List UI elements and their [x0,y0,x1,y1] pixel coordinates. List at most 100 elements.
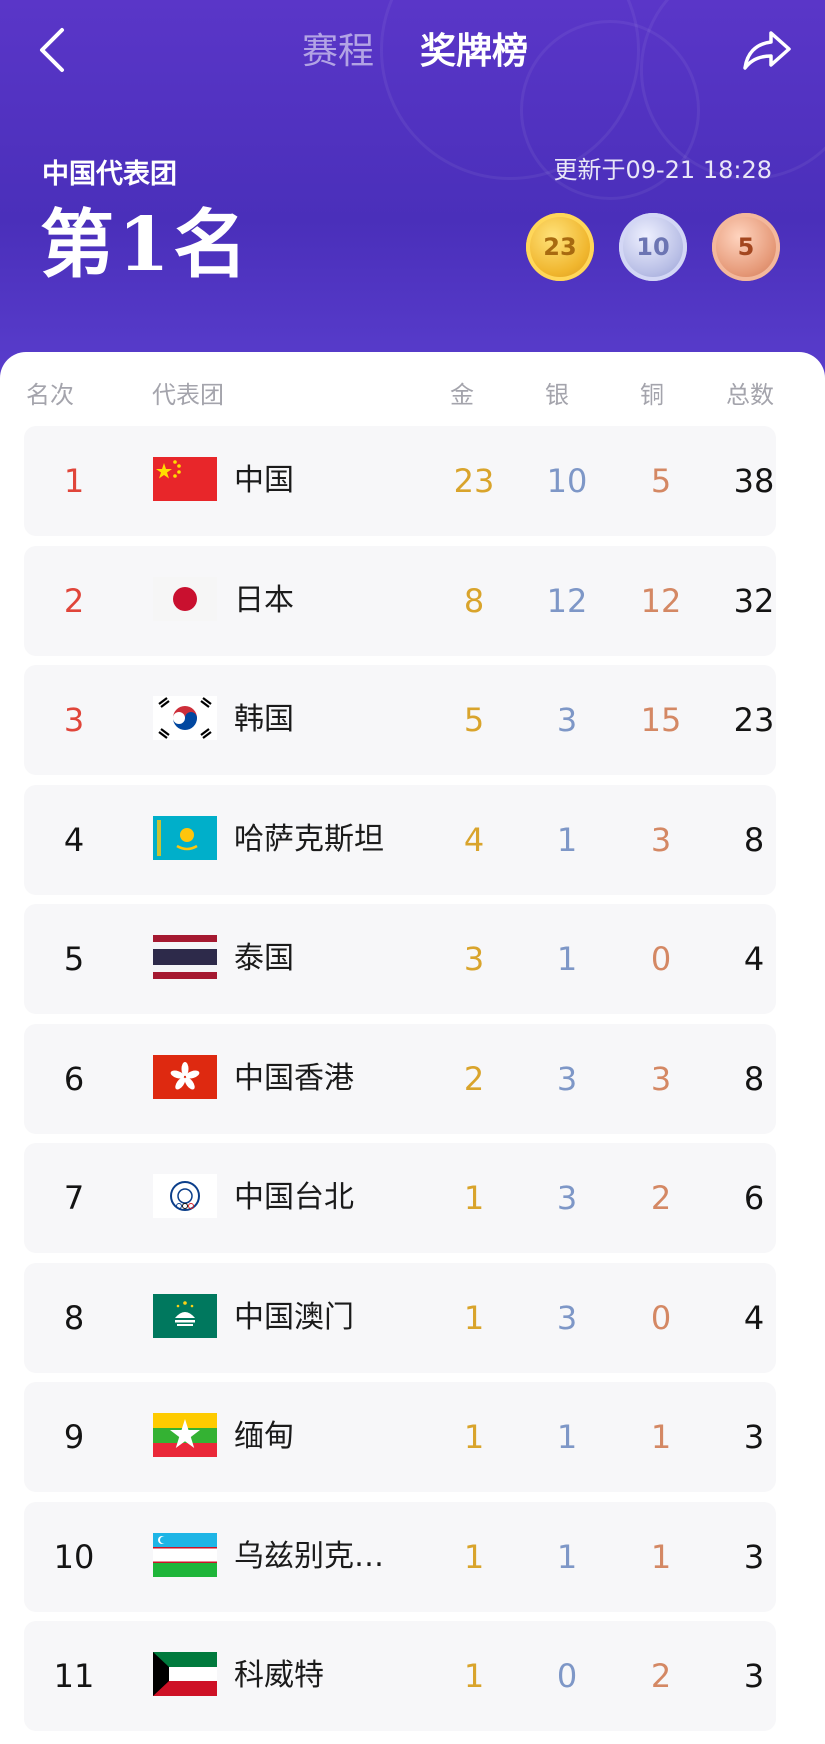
row-bronze-count: 0 [650,1299,672,1337]
row-silver-count: 1 [556,1538,578,1576]
row-silver-count: 1 [556,1418,578,1456]
japan-flag-icon [153,577,217,621]
uzbekistan-flag-icon [153,1533,217,1577]
row-bronze-count: 3 [650,821,672,859]
row-rank: 10 [53,1538,95,1576]
row-team-name: 缅甸 [234,1419,294,1454]
row-gold-count: 4 [463,821,485,859]
row-team-name: 中国香港 [234,1061,354,1096]
row-rank: 11 [53,1657,95,1695]
row-bronze-count: 1 [650,1418,672,1456]
row-rank: 6 [63,1060,85,1098]
china-flag-icon [153,457,217,501]
row-team-name: 科威特 [234,1658,324,1693]
row-gold-count: 3 [463,940,485,978]
row-team-name: 乌兹别克… [234,1539,384,1574]
update-timestamp: 更新于09-21 18:28 [553,156,772,184]
row-gold-count: 1 [463,1179,485,1217]
row-silver-count: 10 [546,462,588,500]
column-header-silver: 银 [545,381,569,409]
row-total-count: 8 [743,821,765,859]
row-silver-count: 1 [556,821,578,859]
row-total-count: 38 [733,462,775,500]
row-bronze-count: 2 [650,1657,672,1695]
row-total-count: 3 [743,1418,765,1456]
row-total-count: 3 [743,1538,765,1576]
row-team-name: 中国澳门 [234,1300,354,1335]
row-total-count: 6 [743,1179,765,1217]
row-bronze-count: 1 [650,1538,672,1576]
column-header-gold: 金 [450,381,474,409]
row-rank: 1 [63,462,85,500]
table-row[interactable]: 11 科威特 1 0 2 3 [24,1621,776,1731]
row-total-count: 4 [743,940,765,978]
table-row[interactable]: 9 缅甸 1 1 1 3 [24,1382,776,1492]
silver-medal-count: 10 [619,213,687,281]
delegation-rank: 第1名 [40,202,252,288]
row-gold-count: 23 [453,462,495,500]
table-row[interactable]: 1 中国 23 10 5 38 [24,426,776,536]
row-gold-count: 2 [463,1060,485,1098]
korea-flag-icon [153,696,217,740]
column-header-bronze: 铜 [640,381,664,409]
thailand-flag-icon [153,935,217,979]
row-rank: 8 [63,1299,85,1337]
chinese-taipei-flag-icon [153,1174,217,1218]
row-rank: 5 [63,940,85,978]
share-icon [743,31,791,70]
row-team-name: 韩国 [234,702,294,737]
row-bronze-count: 0 [650,940,672,978]
row-bronze-count: 2 [650,1179,672,1217]
table-row[interactable]: 5 泰国 3 1 0 4 [24,904,776,1014]
row-gold-count: 1 [463,1538,485,1576]
row-team-name: 日本 [234,583,294,618]
column-header-rank: 名次 [26,381,74,409]
macau-flag-icon [153,1294,217,1338]
row-total-count: 32 [733,582,775,620]
table-row[interactable]: 3 韩国 5 3 15 23 [24,665,776,775]
table-row[interactable]: 4 哈萨克斯坦 4 1 3 8 [24,785,776,895]
tab-bar: 赛程 奖牌榜 [0,24,825,80]
column-header-total: 总数 [726,381,774,409]
myanmar-flag-icon [153,1413,217,1457]
row-rank: 3 [63,701,85,739]
row-total-count: 3 [743,1657,765,1695]
row-gold-count: 1 [463,1657,485,1695]
table-row[interactable]: 6 中国香港 2 3 3 8 [24,1024,776,1134]
row-silver-count: 3 [556,1179,578,1217]
bronze-medal-count: 5 [712,213,780,281]
row-team-name: 中国台北 [234,1180,354,1215]
tab-medal-table[interactable]: 奖牌榜 [420,24,528,80]
share-button[interactable] [737,22,797,78]
row-gold-count: 1 [463,1299,485,1337]
row-team-name: 哈萨克斯坦 [234,822,384,857]
delegation-name: 中国代表团 [42,159,177,190]
row-rank: 2 [63,582,85,620]
table-row[interactable]: 7 中国台北 1 3 2 6 [24,1143,776,1253]
kuwait-flag-icon [153,1652,217,1696]
row-silver-count: 3 [556,1299,578,1337]
gold-medal-count: 23 [526,213,594,281]
row-rank: 4 [63,821,85,859]
header-banner: 赛程 奖牌榜 中国代表团 第1名 更新于09-21 18:28 23 10 5 [0,0,825,400]
table-row[interactable]: 8 中国澳门 1 3 0 4 [24,1263,776,1373]
kazakhstan-flag-icon [153,816,217,860]
row-silver-count: 12 [546,582,588,620]
row-gold-count: 5 [463,701,485,739]
row-bronze-count: 5 [650,462,672,500]
row-gold-count: 8 [463,582,485,620]
row-team-name: 泰国 [234,941,294,976]
row-silver-count: 0 [556,1657,578,1695]
tab-schedule[interactable]: 赛程 [302,24,374,80]
row-bronze-count: 12 [640,582,682,620]
table-row[interactable]: 2 日本 8 12 12 32 [24,546,776,656]
row-bronze-count: 15 [640,701,682,739]
row-silver-count: 1 [556,940,578,978]
row-rank: 9 [63,1418,85,1456]
table-row[interactable]: 10 乌兹别克… 1 1 1 3 [24,1502,776,1612]
row-bronze-count: 3 [650,1060,672,1098]
row-silver-count: 3 [556,701,578,739]
hongkong-flag-icon [153,1055,217,1099]
row-total-count: 8 [743,1060,765,1098]
row-silver-count: 3 [556,1060,578,1098]
